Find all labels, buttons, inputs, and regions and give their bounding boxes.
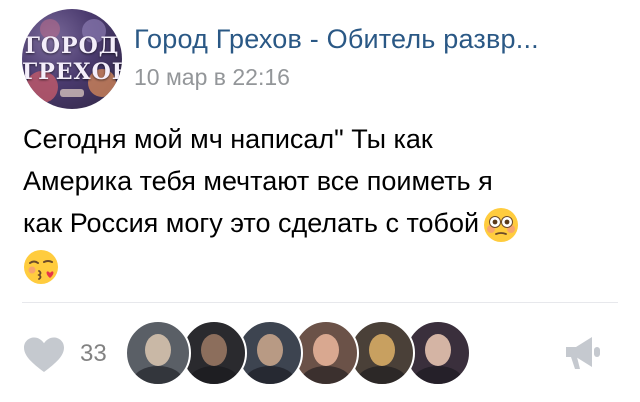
wall-post: ГОРОД ГРЕХОВ Город Грехов - Обитель разв… [0,0,640,402]
liker-face [313,334,339,366]
megaphone-icon [566,337,600,369]
liker-shoulders [301,366,351,384]
group-avatar-text-line1: ГОРОД [24,33,120,59]
post-text: Сегодня мой мч написал" Ты как Америка т… [23,118,623,286]
like-count: 33 [80,340,107,367]
post-date[interactable]: 10 мар в 22:16 [134,64,290,91]
group-avatar[interactable]: ГОРОД ГРЕХОВ [22,9,122,109]
liker-shoulders [133,366,183,384]
liker-avatar-1[interactable] [125,320,191,386]
group-name-link[interactable]: Город Грехов - Обитель развр... [134,24,614,55]
liker-face [369,334,395,366]
liker-face [145,334,171,366]
liker-shoulders [189,366,239,384]
liker-face [257,334,283,366]
liker-face [425,334,451,366]
post-text-line-2: Америка тебя мечтают все поиметь я [23,166,493,196]
share-button[interactable] [562,333,606,373]
post-text-line-4 [23,244,623,286]
post-text-line-3: как Россия могу это сделать с тобой [23,202,623,244]
footer-divider [22,302,618,303]
group-avatar-text-line2: ГРЕХОВ [22,59,122,85]
post-text-line-1: Сегодня мой мч написал" Ты как [23,124,433,154]
liker-shoulders [245,366,295,384]
flushed-face-icon [483,207,519,243]
liker-face [201,334,227,366]
face-blowing-kiss-icon [23,249,59,285]
heart-icon [24,337,64,372]
post-text-line-3-text: как Россия могу это сделать с тобой [23,208,480,238]
liker-shoulders [357,366,407,384]
liker-shoulders [413,366,463,384]
like-button[interactable]: 33 [22,334,114,374]
